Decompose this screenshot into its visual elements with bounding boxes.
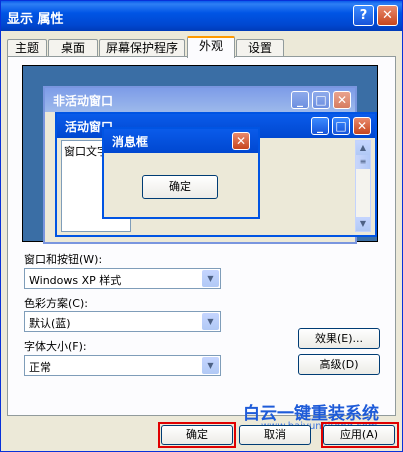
chevron-down-icon[interactable]: ▼ [202, 270, 219, 287]
ok-button[interactable]: 确定 [161, 425, 233, 445]
preview-scrollbar: ▲ ≡ ▼ [355, 140, 371, 232]
chevron-down-icon[interactable]: ▼ [202, 313, 219, 330]
display-properties-dialog: 显示 属性 ? ✕ 主题 桌面 屏幕保护程序 外观 设置 非活动窗口 _ □ ✕… [0, 0, 403, 452]
minimize-icon: _ [291, 91, 309, 109]
close-icon: ✕ [353, 117, 371, 135]
cancel-button[interactable]: 取消 [239, 425, 311, 445]
style-label: 窗口和按钮(W): [24, 253, 103, 266]
appearance-preview: 非活动窗口 _ □ ✕ 活动窗口 _ □ ✕ 窗口文字 ▲ ≡ ▼ 消息框 ✕ … [22, 65, 378, 244]
scroll-thumb: ≡ [356, 155, 370, 169]
scroll-up-icon: ▲ [356, 141, 370, 155]
tab-desktop[interactable]: 桌面 [48, 39, 98, 57]
preview-message-box-ok: 确定 [142, 175, 218, 199]
preview-message-box: 消息框 ✕ 确定 [102, 127, 260, 219]
effects-button[interactable]: 效果(E)... [298, 328, 380, 349]
tab-settings[interactable]: 设置 [236, 39, 284, 57]
preview-message-box-titlebar: 消息框 ✕ [104, 129, 258, 153]
scheme-label: 色彩方案(C): [24, 297, 88, 310]
window-title: 显示 属性 [7, 12, 64, 27]
font-size-select[interactable]: 正常 ▼ [24, 355, 221, 376]
close-icon: ✕ [232, 132, 250, 150]
style-select-value: Windows XP 样式 [29, 274, 122, 287]
font-size-label: 字体大小(F): [24, 340, 87, 353]
close-button[interactable]: ✕ [377, 5, 398, 26]
color-scheme-select[interactable]: 默认(蓝) ▼ [24, 311, 221, 332]
tab-appearance[interactable]: 外观 [187, 36, 235, 58]
preview-inactive-title: 非活动窗口 [53, 94, 114, 108]
help-button[interactable]: ? [353, 5, 374, 26]
tab-screensaver[interactable]: 屏幕保护程序 [99, 39, 185, 57]
font-size-value: 正常 [29, 361, 51, 374]
minimize-icon: _ [311, 117, 329, 135]
preview-message-box-title: 消息框 [112, 135, 149, 149]
close-icon: ✕ [333, 91, 351, 109]
color-scheme-value: 默认(蓝) [29, 317, 71, 330]
chevron-down-icon[interactable]: ▼ [202, 357, 219, 374]
advanced-button[interactable]: 高级(D) [298, 354, 380, 375]
apply-button[interactable]: 应用(A) [323, 425, 395, 445]
preview-inactive-titlebar: 非活动窗口 _ □ ✕ [45, 88, 355, 112]
maximize-icon: □ [312, 91, 330, 109]
scroll-down-icon: ▼ [356, 217, 370, 231]
tab-themes[interactable]: 主题 [7, 39, 47, 57]
appearance-panel: 非活动窗口 _ □ ✕ 活动窗口 _ □ ✕ 窗口文字 ▲ ≡ ▼ 消息框 ✕ … [7, 56, 396, 416]
style-select[interactable]: Windows XP 样式 ▼ [24, 268, 221, 289]
maximize-icon: □ [332, 117, 350, 135]
title-bar[interactable]: 显示 属性 ? ✕ [1, 1, 402, 31]
